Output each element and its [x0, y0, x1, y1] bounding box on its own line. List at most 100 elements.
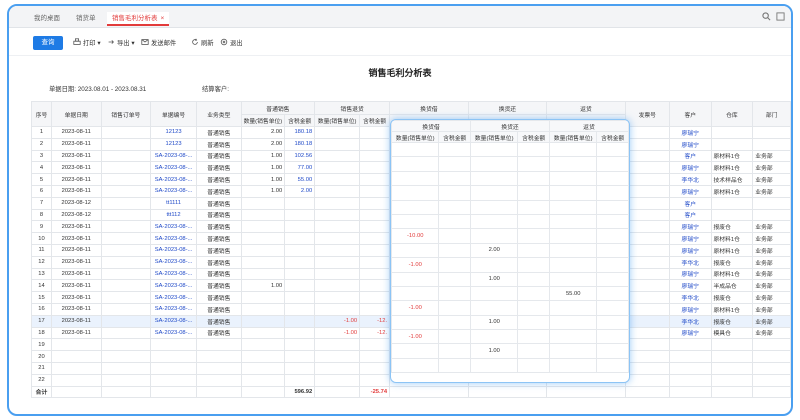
exit-button[interactable]: 退出 [220, 38, 243, 48]
tab-desktop[interactable]: 我的桌面 [29, 12, 65, 26]
popup-cell [596, 141, 629, 158]
cell-empty [100, 243, 152, 257]
cell-sr-amt: -12. [359, 326, 391, 340]
cell-doc[interactable]: SA-2023-08-... [150, 232, 198, 245]
cell-sr-qty [314, 243, 361, 257]
search-icon[interactable] [761, 12, 771, 22]
cell-date: 2023-08-12 [50, 208, 102, 222]
popup-col-exchange-in: 换货还 [469, 120, 550, 132]
cell-sr-amt: -12. [359, 314, 391, 328]
cell-sr-amt [359, 149, 391, 163]
cell-empty [624, 385, 671, 399]
cell-doc[interactable]: SA-2023-08-... [150, 184, 198, 198]
close-tab-icon[interactable]: × [161, 15, 165, 22]
cell-doc[interactable]: SA-2023-08-... [150, 220, 198, 234]
refresh-button[interactable]: 刷新 [191, 38, 214, 48]
cell-empty [624, 161, 671, 175]
cell-sr-amt [359, 126, 391, 139]
cell-empty [100, 161, 152, 175]
cell-wh: 模具仓 [710, 326, 754, 340]
cell-doc[interactable]: SA-2023-08-... [150, 243, 198, 257]
cell-seq: 6 [31, 184, 52, 198]
cell-type: 普通销售 [196, 232, 242, 245]
print-button[interactable]: 打印 ▾ [73, 38, 101, 48]
cell-doc[interactable]: SA-2023-08-... [150, 149, 198, 163]
cell-empty [100, 326, 152, 340]
cell-wh: 原材料1仓 [710, 149, 754, 163]
cell-customer: 廖瑞宁 [669, 267, 712, 281]
popup-cell [469, 329, 519, 345]
popup-cell [517, 271, 550, 287]
cell-ns-qty [240, 267, 286, 281]
cell-sr-qty [314, 173, 361, 186]
cell-sr-amt [359, 338, 391, 352]
cell-empty [100, 126, 152, 139]
cell-doc[interactable]: SA-2023-08-... [150, 291, 198, 304]
cell-doc[interactable] [150, 373, 198, 387]
cell-sr-amt [359, 291, 391, 304]
cell-doc[interactable]: ttt112 [150, 208, 198, 222]
cell-doc[interactable]: SA-2023-08-... [150, 314, 198, 328]
cell-date [50, 338, 102, 352]
cell-empty [752, 385, 791, 399]
popup-cell [548, 314, 598, 331]
popup-cell [517, 343, 550, 359]
cell-sr-amt [359, 302, 391, 316]
tab-gross-profit-report[interactable]: 销售毛利分析表 × [107, 12, 170, 26]
cell-date: 2023-08-11 [50, 243, 102, 257]
cell-ns-amt [284, 314, 316, 328]
cell-doc[interactable]: SA-2023-08-... [150, 279, 198, 293]
popup-cell [391, 170, 440, 187]
cell-ns-amt [284, 267, 316, 281]
cell-seq: 12 [31, 255, 52, 269]
cell-customer: 廖瑞宁 [669, 220, 712, 234]
col-warehouse: 仓库 [710, 101, 754, 127]
cell-doc[interactable]: SA-2023-08-... [150, 302, 198, 316]
cell-empty [624, 314, 671, 328]
cell-sr-amt [359, 232, 391, 245]
cell-ns-qty [240, 232, 286, 245]
cell-doc[interactable]: SA-2023-08-... [150, 173, 198, 186]
cell-date: 2023-08-11 [50, 326, 102, 340]
popup-cell [596, 343, 629, 359]
detail-popup-panel[interactable]: 换货借 换货还 返货 数量(销售单位) 含税金额 数量(销售单位) 含税金额 数… [390, 119, 630, 383]
cell-ns-qty [240, 302, 286, 316]
cell-doc[interactable] [150, 350, 198, 363]
cell-wh: 报废仓 [710, 255, 754, 269]
mail-icon [141, 39, 149, 45]
cell-sr-amt [359, 279, 391, 293]
popup-cell [391, 242, 440, 259]
cell-doc[interactable]: SA-2023-08-... [150, 326, 198, 340]
cell-sr-qty [314, 338, 361, 352]
col-doc-no: 单据编号 [150, 101, 198, 127]
cell-doc[interactable]: tt1111 [150, 196, 198, 210]
export-button[interactable]: 导出 ▾ [107, 38, 135, 48]
fullscreen-icon[interactable] [775, 12, 785, 22]
cell-wh: 原材料1仓 [710, 161, 754, 175]
cell-dept: 业务部 [752, 149, 791, 163]
cell-doc[interactable] [150, 361, 198, 375]
popup-cell [469, 300, 519, 316]
cell-wh: 报废仓 [710, 291, 754, 304]
cell-wh [710, 361, 754, 375]
cell-doc[interactable] [150, 338, 198, 352]
cell-seq: 11 [31, 243, 52, 257]
cell-doc[interactable]: 12123 [150, 137, 198, 151]
cell-customer: 李华北 [669, 314, 712, 328]
popup-cell [517, 329, 550, 345]
popup-cell [438, 257, 471, 273]
cell-doc[interactable]: SA-2023-08-... [150, 255, 198, 269]
cell-ns-qty: 2.00 [240, 137, 286, 151]
cell-seq: 4 [31, 161, 52, 175]
cell-empty [100, 255, 152, 269]
tab-sales-order[interactable]: 销货单 [71, 12, 101, 26]
popup-cell: -10.00 [391, 228, 440, 244]
query-button[interactable]: 查询 [33, 36, 63, 50]
cell-doc[interactable]: SA-2023-08-... [150, 161, 198, 175]
popup-cell [596, 314, 629, 331]
cell-doc[interactable]: 12123 [150, 126, 198, 139]
cell-type: 普通销售 [196, 267, 242, 281]
send-email-button[interactable]: 发送邮件 [141, 38, 176, 48]
cell-doc[interactable]: SA-2023-08-... [150, 267, 198, 281]
cell-ns-qty: 2.00 [240, 126, 286, 139]
